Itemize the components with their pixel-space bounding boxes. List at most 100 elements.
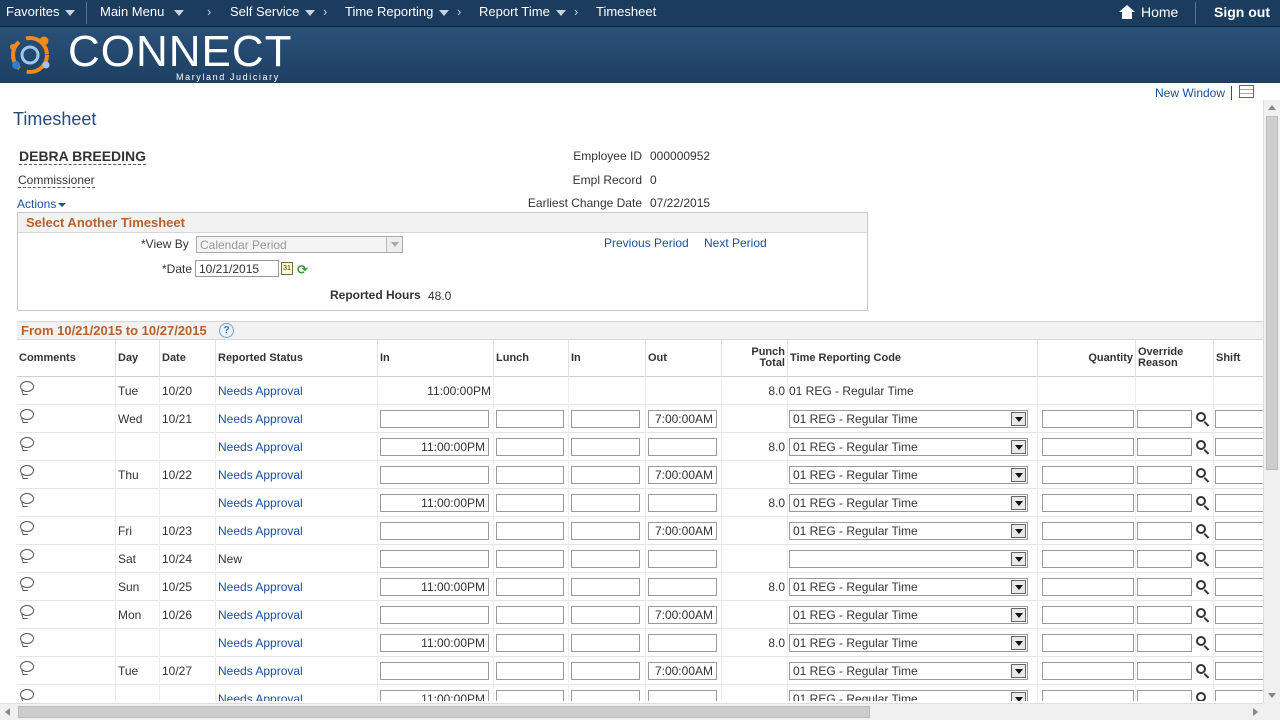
shift-input[interactable] — [1215, 578, 1263, 596]
in-time-input[interactable] — [380, 550, 489, 568]
quantity-input[interactable] — [1042, 662, 1134, 680]
lunch-input[interactable] — [496, 494, 564, 512]
time-reporting-code-dropdown[interactable]: 01 REG - Regular Time — [789, 410, 1028, 428]
lunch-input[interactable] — [496, 466, 564, 484]
in-2-input[interactable] — [571, 438, 640, 456]
search-icon[interactable] — [1196, 468, 1206, 478]
shift-input[interactable] — [1215, 522, 1263, 540]
in-time-input[interactable] — [380, 466, 489, 484]
quantity-input[interactable] — [1042, 606, 1134, 624]
quantity-input[interactable] — [1042, 690, 1134, 701]
time-reporting-code-dropdown[interactable]: 01 REG - Regular Time — [789, 466, 1028, 484]
in-time-input[interactable] — [380, 410, 489, 428]
shift-input[interactable] — [1215, 550, 1263, 568]
override-reason-input[interactable] — [1137, 662, 1192, 680]
reported-status-link[interactable]: Needs Approval — [218, 496, 303, 510]
breadcrumb-self-service[interactable]: Self Service — [230, 0, 316, 26]
override-reason-input[interactable] — [1137, 690, 1192, 701]
lunch-input[interactable] — [496, 634, 564, 652]
reported-status-link[interactable]: Needs Approval — [218, 412, 303, 426]
comment-icon[interactable] — [20, 577, 34, 588]
override-reason-input[interactable] — [1137, 438, 1192, 456]
comment-icon[interactable] — [20, 605, 34, 616]
comment-icon[interactable] — [20, 409, 34, 420]
shift-input[interactable] — [1215, 634, 1263, 652]
vertical-scrollbar[interactable] — [1263, 100, 1280, 703]
override-reason-input[interactable] — [1137, 550, 1192, 568]
breadcrumb-time-reporting[interactable]: Time Reporting — [345, 0, 450, 26]
in-time-input[interactable]: 11:00:00PM — [380, 690, 489, 701]
horizontal-scrollbar[interactable] — [0, 703, 1263, 720]
override-reason-input[interactable] — [1137, 578, 1192, 596]
quantity-input[interactable] — [1042, 410, 1134, 428]
in-2-input[interactable] — [571, 550, 640, 568]
date-input[interactable]: 10/21/2015 — [195, 260, 279, 277]
in-2-input[interactable] — [571, 690, 640, 701]
time-reporting-code-dropdown[interactable]: 01 REG - Regular Time — [789, 662, 1028, 680]
scroll-up-icon[interactable] — [1268, 105, 1276, 110]
employee-title[interactable]: Commissioner — [18, 173, 95, 188]
scrollbar-thumb[interactable] — [18, 706, 870, 718]
out-time-input[interactable] — [648, 578, 717, 596]
comment-icon[interactable] — [20, 493, 34, 504]
search-icon[interactable] — [1196, 608, 1206, 618]
in-time-input[interactable] — [380, 522, 489, 540]
lunch-input[interactable] — [496, 522, 564, 540]
override-reason-input[interactable] — [1137, 466, 1192, 484]
employee-name[interactable]: DEBRA BREEDING — [19, 148, 147, 165]
quantity-input[interactable] — [1042, 634, 1134, 652]
shift-input[interactable] — [1215, 494, 1263, 512]
override-reason-input[interactable] — [1137, 634, 1192, 652]
comment-icon[interactable] — [20, 661, 34, 672]
scroll-down-icon[interactable] — [1268, 693, 1276, 698]
in-time-input[interactable]: 11:00:00PM — [380, 494, 489, 512]
lunch-input[interactable] — [496, 662, 564, 680]
next-period-link[interactable]: Next Period — [704, 236, 767, 250]
shift-input[interactable] — [1215, 410, 1263, 428]
in-2-input[interactable] — [571, 578, 640, 596]
search-icon[interactable] — [1196, 524, 1206, 534]
comment-icon[interactable] — [20, 689, 34, 700]
out-time-input[interactable] — [648, 550, 717, 568]
time-reporting-code-dropdown[interactable]: 01 REG - Regular Time — [789, 438, 1028, 456]
comment-icon[interactable] — [20, 381, 34, 392]
search-icon[interactable] — [1196, 552, 1206, 562]
time-reporting-code-dropdown[interactable]: 01 REG - Regular Time — [789, 634, 1028, 652]
lunch-input[interactable] — [496, 578, 564, 596]
in-2-input[interactable] — [571, 466, 640, 484]
calendar-icon[interactable]: 31 — [281, 262, 293, 275]
view-by-dropdown[interactable]: Calendar Period — [196, 236, 403, 253]
out-time-input[interactable]: 7:00:00AM — [648, 410, 717, 428]
out-time-input[interactable] — [648, 634, 717, 652]
reported-status-link[interactable]: Needs Approval — [218, 692, 303, 701]
quantity-input[interactable] — [1042, 522, 1134, 540]
in-2-input[interactable] — [571, 410, 640, 428]
search-icon[interactable] — [1196, 412, 1206, 422]
sign-out-link[interactable]: Sign out — [1214, 0, 1270, 26]
in-2-input[interactable] — [571, 522, 640, 540]
new-window-link[interactable]: New Window — [1155, 86, 1225, 100]
override-reason-input[interactable] — [1137, 522, 1192, 540]
out-time-input[interactable] — [648, 438, 717, 456]
search-icon[interactable] — [1196, 664, 1206, 674]
reported-status-link[interactable]: Needs Approval — [218, 636, 303, 650]
lunch-input[interactable] — [496, 690, 564, 701]
reported-status-link[interactable]: Needs Approval — [218, 440, 303, 454]
quantity-input[interactable] — [1042, 494, 1134, 512]
actions-menu[interactable]: Actions — [17, 197, 67, 211]
time-reporting-code-dropdown[interactable]: 01 REG - Regular Time — [789, 494, 1028, 512]
in-time-input[interactable] — [380, 662, 489, 680]
comment-icon[interactable] — [20, 633, 34, 644]
comment-icon[interactable] — [20, 465, 34, 476]
quantity-input[interactable] — [1042, 550, 1134, 568]
time-reporting-code-dropdown[interactable]: 01 REG - Regular Time — [789, 578, 1028, 596]
out-time-input[interactable]: 7:00:00AM — [648, 606, 717, 624]
search-icon[interactable] — [1196, 692, 1206, 701]
in-2-input[interactable] — [571, 606, 640, 624]
comment-icon[interactable] — [20, 437, 34, 448]
reported-status-link[interactable]: Needs Approval — [218, 608, 303, 622]
in-time-input[interactable]: 11:00:00PM — [380, 578, 489, 596]
in-time-input[interactable]: 11:00:00PM — [380, 634, 489, 652]
quantity-input[interactable] — [1042, 466, 1134, 484]
refresh-icon[interactable]: ⟳ — [297, 263, 310, 276]
